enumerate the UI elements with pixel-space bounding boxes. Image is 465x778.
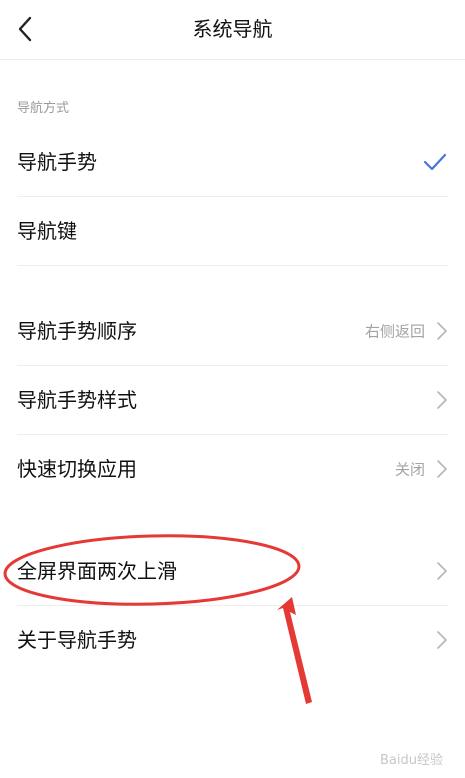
- option-label: 导航手势: [17, 150, 97, 174]
- section-label-nav-method: 导航方式: [17, 101, 70, 116]
- chevron-right-icon: [437, 562, 447, 580]
- chevron-right-icon: [437, 631, 447, 649]
- setting-label: 导航手势顺序: [17, 319, 137, 343]
- option-label: 导航键: [17, 219, 77, 243]
- checkmark-icon: [423, 153, 447, 171]
- chevron-right-icon: [437, 460, 447, 478]
- setting-about-gestures[interactable]: 关于导航手势: [0, 606, 465, 674]
- setting-label: 导航手势样式: [17, 388, 137, 412]
- chevron-right-icon: [437, 391, 447, 409]
- setting-label: 关于导航手势: [17, 628, 137, 652]
- setting-fullscreen-swipe-twice[interactable]: 全屏界面两次上滑: [0, 537, 465, 605]
- setting-label: 快速切换应用: [17, 457, 137, 481]
- chevron-right-icon: [437, 322, 447, 340]
- option-nav-gesture[interactable]: 导航手势: [0, 128, 465, 196]
- setting-gesture-style[interactable]: 导航手势样式: [0, 366, 465, 434]
- baidu-watermark: Baidu经验: [380, 753, 443, 768]
- top-bar: 系统导航: [0, 0, 465, 60]
- page-title: 系统导航: [192, 17, 273, 41]
- option-nav-keys[interactable]: 导航键: [0, 197, 465, 265]
- setting-gesture-order[interactable]: 导航手势顺序 右侧返回: [0, 297, 465, 365]
- divider: [17, 265, 448, 266]
- setting-quick-switch-apps[interactable]: 快速切换应用 关闭: [0, 435, 465, 503]
- setting-label: 全屏界面两次上滑: [17, 559, 177, 583]
- setting-value: 右侧返回: [364, 322, 425, 341]
- setting-value: 关闭: [394, 460, 425, 479]
